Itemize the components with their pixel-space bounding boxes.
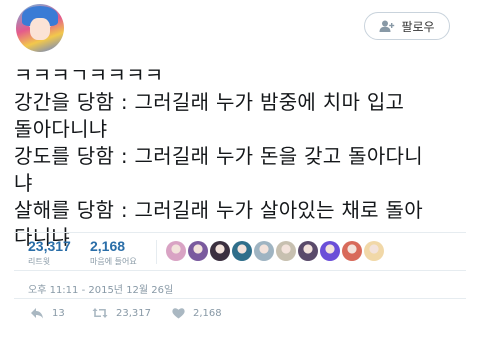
- tweet-line: 살해를 당함 : 그러길래 누가 살아있는 채로 돌아: [14, 198, 423, 222]
- profile-avatar[interactable]: [16, 4, 64, 52]
- liker-avatar[interactable]: [254, 241, 274, 261]
- divider: [14, 298, 466, 299]
- liker-avatar[interactable]: [276, 241, 296, 261]
- like-button[interactable]: 2,168: [172, 307, 222, 319]
- tweet-text: ㅋㅋㅋㄱㅋㅋㅋㅋ 강간을 당함 : 그러길래 누가 밤중에 치마 입고 돌아다니…: [14, 62, 476, 251]
- like-action-count: 2,168: [193, 307, 222, 319]
- tweet-line: ㅋㅋㅋㄱㅋㅋㅋㅋ: [14, 63, 164, 87]
- stats-separator: [156, 240, 157, 264]
- retweet-action-count: 23,317: [116, 307, 151, 319]
- liker-avatar[interactable]: [320, 241, 340, 261]
- tweet-line: 강도를 당함 : 그러길래 누가 돈을 갖고 돌아다니: [14, 144, 423, 168]
- liker-avatar[interactable]: [232, 241, 252, 261]
- retweet-count: 23,317: [28, 238, 71, 254]
- reply-button[interactable]: 13: [30, 307, 92, 319]
- liker-avatar[interactable]: [342, 241, 362, 261]
- likers-avatars: [166, 241, 384, 261]
- tweet-actions: 13 23,317 2,168: [30, 307, 222, 319]
- retweet-label: 리트윗: [28, 257, 51, 266]
- divider: [14, 232, 466, 233]
- liker-avatar[interactable]: [188, 241, 208, 261]
- liker-avatar[interactable]: [298, 241, 318, 261]
- liker-avatar[interactable]: [166, 241, 186, 261]
- like-count: 2,168: [90, 238, 126, 254]
- liker-avatar[interactable]: [210, 241, 230, 261]
- retweet-stat[interactable]: 23,317 리트윗: [28, 238, 71, 267]
- like-stat[interactable]: 2,168 마음에 들어요: [90, 238, 137, 267]
- follow-button[interactable]: 팔로우: [364, 12, 450, 40]
- liker-avatar[interactable]: [364, 241, 384, 261]
- tweet-line: 돌아다니냐: [14, 117, 108, 141]
- like-label: 마음에 들어요: [90, 257, 137, 266]
- tweet-line: 냐: [14, 171, 33, 195]
- avatar-face: [30, 18, 50, 40]
- heart-icon: [172, 307, 185, 319]
- reply-icon: [30, 307, 44, 319]
- retweet-icon: [92, 307, 108, 319]
- tweet-line: 강간을 당함 : 그러길래 누가 밤중에 치마 입고: [14, 90, 405, 114]
- add-user-icon: [379, 20, 395, 32]
- reply-count: 13: [52, 307, 65, 319]
- divider: [14, 270, 466, 271]
- follow-button-label: 팔로우: [401, 19, 435, 34]
- retweet-button[interactable]: 23,317: [92, 307, 172, 319]
- tweet-timestamp[interactable]: 오후 11:11 - 2015년 12월 26일: [28, 281, 173, 296]
